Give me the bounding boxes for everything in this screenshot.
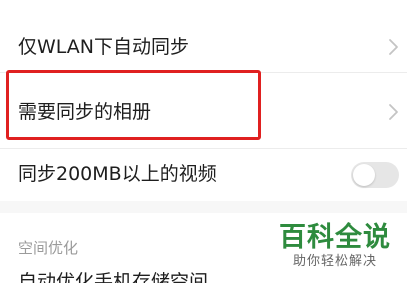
chevron-right-icon (389, 39, 398, 55)
section-gap (0, 201, 407, 213)
albums-to-sync-row[interactable]: 需要同步的相册 (0, 73, 407, 148)
section-header-space-optimization: 空间优化 (18, 239, 79, 257)
albums-to-sync-label: 需要同步的相册 (18, 101, 152, 123)
optimize-storage-row-label[interactable]: 自动优化手机存储空间 (18, 270, 208, 283)
sync-large-videos-label: 同步200MB以上的视频 (18, 163, 217, 185)
wlan-only-sync-row[interactable]: 仅WLAN下自动同步 (0, 22, 407, 72)
watermark-title: 百科全说 (279, 222, 391, 253)
settings-screen: 仅WLAN下自动同步 需要同步的相册 同步200MB以上的视频 空间优化 自动优… (0, 0, 407, 283)
sync-large-videos-row: 同步200MB以上的视频 (0, 149, 407, 201)
wlan-only-sync-label: 仅WLAN下自动同步 (18, 36, 190, 58)
toggle-knob (353, 164, 375, 186)
watermark-subtitle: 助你轻松解决 (292, 254, 377, 269)
sync-large-videos-toggle[interactable] (351, 162, 399, 188)
watermark: 百科全说 助你轻松解决 (275, 222, 395, 270)
chevron-right-icon (389, 104, 398, 120)
